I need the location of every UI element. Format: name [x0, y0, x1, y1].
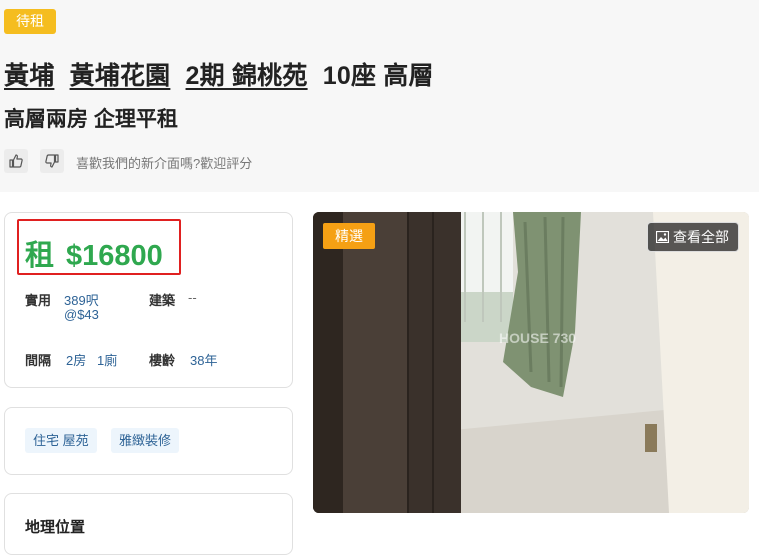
status-badge: 待租	[4, 9, 56, 34]
feedback-prompt: 喜歡我們的新介面嗎?歡迎評分	[76, 156, 253, 171]
photo-watermark: HOUSE 730	[499, 330, 577, 346]
gross-area-label: 建築	[149, 293, 176, 308]
gross-area-value: --	[188, 290, 197, 305]
location-card: 地理位置	[4, 493, 293, 555]
block-floor-text: 10座 高層	[322, 62, 434, 90]
page-title: 黃埔 黃埔花園 2期 錦桃苑 10座 高層	[4, 56, 434, 92]
tag-residential-estate[interactable]: 住宅 屋苑	[25, 428, 97, 453]
listing-subtitle: 高層兩房 企理平租	[4, 108, 178, 131]
rent-label: 租	[25, 240, 55, 272]
image-icon	[656, 231, 669, 243]
phase-link[interactable]: 2期 錦桃苑	[186, 62, 308, 90]
layout-label: 間隔	[25, 353, 52, 368]
rent-price: 租 $16800	[25, 232, 163, 274]
tag-decoration[interactable]: 雅緻裝修	[111, 428, 180, 453]
district-link[interactable]: 黃埔	[4, 62, 54, 90]
thumbs-up-icon	[9, 154, 23, 168]
thumbs-down-button[interactable]	[40, 149, 64, 173]
thumbs-up-button[interactable]	[4, 149, 28, 173]
estate-link[interactable]: 黃埔花園	[70, 62, 171, 90]
layout-rooms[interactable]: 2房	[66, 350, 86, 369]
saleable-unit-price[interactable]: @$43	[64, 307, 99, 322]
view-all-label: 查看全部	[673, 229, 729, 245]
price-value: $16800	[66, 240, 163, 272]
price-card: 租 $16800 實用 389呎 @$43 建築 -- 間隔 2房 1廁 樓齡 3…	[4, 212, 293, 388]
view-all-photos-button[interactable]: 查看全部	[647, 222, 739, 252]
featured-badge: 精選	[323, 223, 375, 249]
building-age-label: 樓齡	[149, 353, 176, 368]
room-photo-image	[313, 212, 749, 513]
layout-baths[interactable]: 1廁	[97, 350, 117, 369]
listing-photo[interactable]: 精選 查看全部 HOUSE 730	[313, 212, 749, 513]
listing-header: 待租 黃埔 黃埔花園 2期 錦桃苑 10座 高層 高層兩房 企理平租 喜歡我們的…	[0, 0, 759, 192]
thumbs-down-icon	[45, 154, 59, 168]
saleable-area-label: 實用	[25, 293, 52, 308]
tags-card: 住宅 屋苑 雅緻裝修	[4, 407, 293, 475]
building-age-value[interactable]: 38年	[190, 350, 217, 369]
location-section-title: 地理位置	[25, 519, 86, 536]
